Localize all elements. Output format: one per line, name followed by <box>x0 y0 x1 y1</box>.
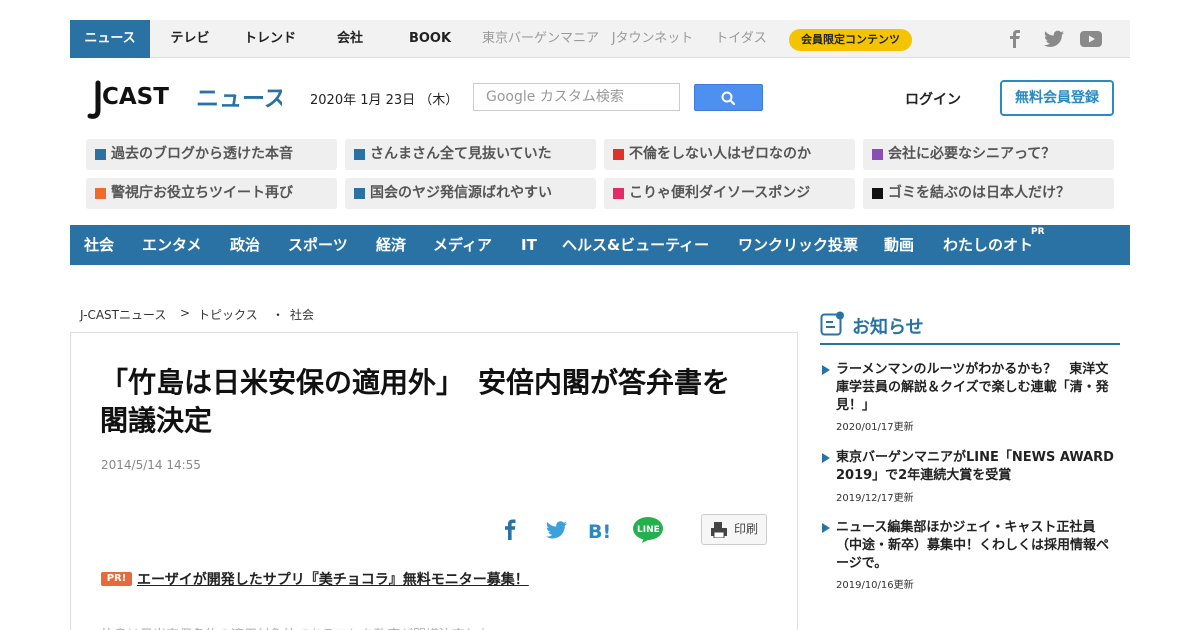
print-label: 印刷 <box>734 522 759 536</box>
member-content-badge[interactable]: 会員限定コンテンツ <box>789 29 912 51</box>
trend-square-icon <box>613 149 624 160</box>
line-share-icon[interactable]: LINE <box>632 516 664 544</box>
category-nav: 社会 エンタメ 政治 スポーツ 経済 メディア IT ヘルス&ビューティー ワン… <box>70 225 1130 265</box>
article-date: 2014/5/14 14:55 <box>101 458 201 472</box>
topnav-book[interactable]: BOOK <box>400 20 460 58</box>
trend-item[interactable]: こりゃ便利ダイソースポンジ <box>604 178 855 209</box>
trend-item[interactable]: さんまさん全て見抜いていた <box>345 139 596 170</box>
trend-label: さんまさん全て見抜いていた <box>370 146 552 162</box>
twitter-icon[interactable] <box>1044 30 1064 48</box>
notice-updated: 2019/10/16更新 <box>836 580 914 591</box>
trend-item[interactable]: 会社に必要なシニアって？ <box>863 139 1114 170</box>
topnav-jtown[interactable]: Jタウンネット <box>610 20 695 58</box>
trend-item[interactable]: ゴミを結ぶのは日本人だけ？ <box>863 178 1114 209</box>
category-society[interactable]: 社会 <box>84 225 114 265</box>
trend-square-icon <box>95 149 106 160</box>
topnav-toidas[interactable]: トイダス <box>710 20 772 58</box>
trend-item[interactable]: 不倫をしない人はゼロなのか <box>604 139 855 170</box>
trend-square-icon <box>872 149 883 160</box>
facebook-icon[interactable] <box>1009 30 1021 48</box>
trend-item[interactable]: 国会のヤジ発信源ばれやすい <box>345 178 596 209</box>
category-video[interactable]: 動画 <box>884 225 914 265</box>
notice-icon <box>820 311 844 336</box>
notice-updated: 2020/01/17更新 <box>836 422 914 433</box>
trend-label: 国会のヤジ発信源ばれやすい <box>370 185 552 201</box>
topnav-news[interactable]: ニュース <box>70 20 150 58</box>
search-input[interactable]: Google カスタム検索 <box>473 83 680 111</box>
search-icon <box>721 91 736 106</box>
article-body-text: 竹島は日米安保条約の適用対象外であることを政府が閣議決定した。 <box>101 624 721 630</box>
triangle-bullet-icon <box>822 523 830 533</box>
trend-label: 警視庁お役立ちツイート再び <box>111 185 293 201</box>
trend-label: こりゃ便利ダイソースポンジ <box>629 185 811 201</box>
hatena-bookmark-icon[interactable]: B! <box>586 516 616 544</box>
breadcrumb-home[interactable]: J-CASTニュース <box>80 306 166 323</box>
category-economy[interactable]: 経済 <box>376 225 406 265</box>
trend-square-icon <box>613 188 624 199</box>
notice-text[interactable]: 東京バーゲンマニアがLINE「NEWS AWARD 2019」で2年連続大賞を受… <box>836 449 1116 485</box>
topnav-bargain[interactable]: 東京バーゲンマニア <box>478 20 603 58</box>
trend-label: ゴミを結ぶのは日本人だけ？ <box>888 185 1070 201</box>
notice-text[interactable]: ラーメンマンのルーツがわかるかも？ 東洋文庫学芸員の解説＆クイズで楽しむ連載「清… <box>836 361 1116 415</box>
trend-square-icon <box>354 149 365 160</box>
trend-label: 不倫をしない人はゼロなのか <box>629 146 811 162</box>
topnav-tv[interactable]: テレビ <box>160 20 220 58</box>
article-title-line: 閣議決定 <box>100 404 213 437</box>
trend-label: 過去のブログから透けた本音 <box>111 146 293 162</box>
topnav-company[interactable]: 会社 <box>325 20 375 58</box>
breadcrumb-separator: ・ <box>272 308 285 322</box>
breadcrumb-topics[interactable]: トピックス <box>198 306 258 323</box>
category-pr-label: PR <box>1031 227 1045 237</box>
trend-label: 会社に必要なシニアって？ <box>888 146 1056 162</box>
youtube-icon[interactable] <box>1080 30 1102 48</box>
trend-item[interactable]: 過去のブログから透けた本音 <box>86 139 337 170</box>
logo-mark: CAST ニュース <box>87 80 287 119</box>
logo-cast-text: CAST <box>102 84 169 110</box>
triangle-bullet-icon <box>822 453 830 463</box>
current-date: 2020年 1月 23日 （木） <box>310 93 459 108</box>
pr-ad-link[interactable]: エーザイが開発したサプリ『美チョコラ』無料モニター募集！ <box>137 569 529 589</box>
category-it[interactable]: IT <box>521 225 537 265</box>
category-one-click-vote[interactable]: ワンクリック投票 <box>738 225 858 265</box>
notice-text[interactable]: ニュース編集部ほかジェイ・キャスト正社員（中途・新卒）募集中！くわしくは採用情報… <box>836 519 1116 573</box>
facebook-share-icon[interactable] <box>496 516 526 544</box>
breadcrumb-society[interactable]: 社会 <box>290 306 314 323</box>
breadcrumb-separator: > <box>180 306 191 320</box>
pr-tag: PR! <box>101 572 132 586</box>
topnav-trend[interactable]: トレンド <box>235 20 305 58</box>
article-title-line: 「竹島は日米安保の適用外」 安倍内閣が答弁書を <box>100 366 731 399</box>
category-politics[interactable]: 政治 <box>230 225 260 265</box>
logo-news-text: ニュース <box>196 86 282 112</box>
svg-text:B!: B! <box>588 521 611 543</box>
trend-item[interactable]: 警視庁お役立ちツイート再び <box>86 178 337 209</box>
twitter-share-icon[interactable] <box>541 516 571 544</box>
trend-square-icon <box>354 188 365 199</box>
jcast-logo[interactable]: CAST ニュース <box>86 80 287 122</box>
login-link[interactable]: ログイン <box>905 89 961 109</box>
category-watashi-no-oto[interactable]: わたしのオト <box>943 225 1033 265</box>
category-media[interactable]: メディア <box>433 225 492 265</box>
search-button[interactable] <box>694 84 763 111</box>
top-nav: ニュース テレビ トレンド 会社 BOOK 東京バーゲンマニア Jタウンネット … <box>70 20 1130 58</box>
trend-square-icon <box>95 188 106 199</box>
article-title: 「竹島は日米安保の適用外」 安倍内閣が答弁書を 閣議決定 <box>100 364 770 440</box>
register-button[interactable]: 無料会員登録 <box>1000 80 1114 116</box>
svg-text:LINE: LINE <box>637 525 660 535</box>
category-entertainment[interactable]: エンタメ <box>142 225 202 265</box>
category-sports[interactable]: スポーツ <box>288 225 348 265</box>
trend-square-icon <box>872 188 883 199</box>
print-icon <box>711 522 727 538</box>
triangle-bullet-icon <box>822 365 830 375</box>
notice-updated: 2019/12/17更新 <box>836 493 914 504</box>
notice-header: お知らせ <box>820 311 1120 345</box>
print-button[interactable]: 印刷 <box>701 514 767 545</box>
notice-title: お知らせ <box>852 317 924 338</box>
category-health-beauty[interactable]: ヘルス&ビューティー <box>562 225 709 265</box>
